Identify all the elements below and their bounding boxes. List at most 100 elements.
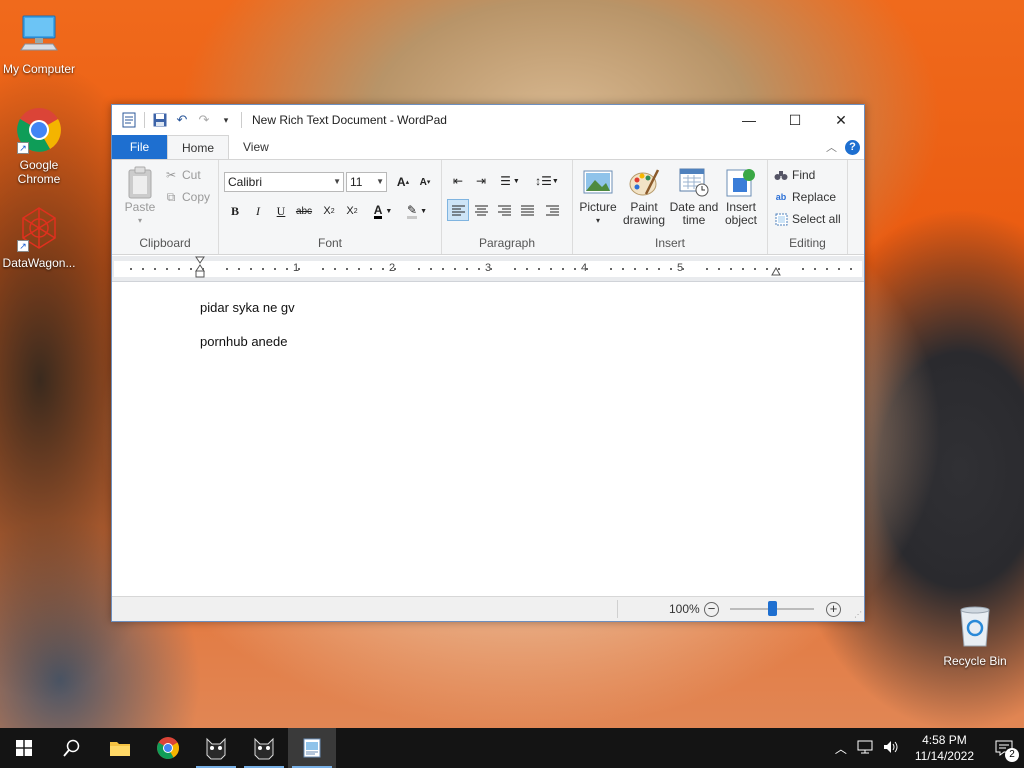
tab-view[interactable]: View: [229, 135, 283, 159]
paint-drawing-button[interactable]: Paint drawing: [621, 166, 667, 227]
ruler-tick: [838, 268, 840, 270]
select-all-button[interactable]: Select all: [774, 212, 841, 226]
document-area[interactable]: pidar syka ne gv pornhub anede: [112, 282, 864, 596]
align-center-button[interactable]: [470, 199, 492, 221]
tab-home[interactable]: Home: [167, 135, 230, 159]
font-family-select[interactable]: Calibri ▼: [224, 172, 344, 192]
taskbar-app-1[interactable]: [192, 728, 240, 768]
text-color-button[interactable]: A ▼: [367, 200, 399, 222]
close-button[interactable]: ✕: [818, 105, 864, 135]
zoom-slider[interactable]: [730, 601, 814, 616]
subscript-button[interactable]: X2: [318, 200, 340, 222]
save-icon[interactable]: [151, 111, 169, 129]
status-divider: [617, 600, 618, 618]
help-icon[interactable]: ?: [845, 139, 860, 155]
paste-icon: [124, 166, 156, 199]
taskbar-chrome[interactable]: [144, 728, 192, 768]
zoom-slider-thumb[interactable]: [767, 601, 777, 616]
desktop-icon-label: Google Chrome: [17, 158, 61, 186]
clock-date: 11/14/2022: [914, 749, 974, 763]
ruler-tick: [826, 268, 828, 270]
chevron-down-icon: ▼: [333, 177, 341, 186]
redo-icon[interactable]: ↷: [195, 111, 213, 129]
font-size-select[interactable]: 11 ▼: [346, 172, 387, 192]
replace-label: Replace: [792, 190, 837, 204]
ruler-tick: [322, 268, 324, 270]
network-icon[interactable]: [857, 740, 873, 757]
document-line[interactable]: pidar syka ne gv: [200, 300, 295, 315]
ruler-tick: [742, 268, 744, 270]
taskbar-file-explorer[interactable]: [96, 728, 144, 768]
document-line[interactable]: pornhub anede: [200, 334, 287, 349]
desktop-icon-recycle-bin[interactable]: Recycle Bin: [935, 602, 1015, 668]
decrease-indent-button[interactable]: ⇤: [447, 170, 469, 192]
line-spacing-button[interactable]: ↕☰ ▼: [532, 170, 562, 192]
find-button[interactable]: Find: [774, 168, 815, 182]
ruler-tick: [478, 268, 480, 270]
title-bar[interactable]: ↶ ↷ ▾ New Rich Text Document - WordPad —…: [112, 105, 864, 135]
resize-grip-icon[interactable]: ⋰: [854, 610, 862, 619]
taskbar-app-2[interactable]: [240, 728, 288, 768]
strikethrough-button[interactable]: abc: [293, 200, 315, 222]
align-left-button[interactable]: [447, 199, 469, 221]
paste-label: Paste: [124, 200, 156, 214]
undo-icon[interactable]: ↶: [173, 111, 191, 129]
paste-button[interactable]: Paste ▾: [120, 166, 160, 227]
ruler-tick: [442, 268, 444, 270]
separator: [144, 112, 145, 128]
replace-button[interactable]: ab Replace: [774, 190, 836, 204]
volume-icon[interactable]: [883, 740, 899, 757]
find-label: Find: [792, 168, 816, 182]
ruler-tick: [166, 268, 168, 270]
customize-qat-icon[interactable]: ▾: [217, 111, 235, 129]
copy-icon: ⧉: [166, 189, 176, 204]
highlight-button[interactable]: ✎ ▼: [401, 200, 433, 222]
start-button[interactable]: [0, 728, 48, 768]
copy-button[interactable]: ⧉ Copy: [164, 189, 210, 205]
zoom-level: 100%: [669, 602, 700, 616]
zoom-in-button[interactable]: +: [826, 602, 841, 617]
group-label: Paragraph: [478, 236, 536, 250]
ruler-tick: [238, 268, 240, 270]
ruler[interactable]: 1 2 3 4 5: [112, 256, 864, 282]
show-hidden-icons-icon[interactable]: ︿: [835, 740, 847, 757]
minimize-button[interactable]: —: [726, 105, 772, 135]
italic-button[interactable]: I: [247, 200, 269, 222]
underline-button[interactable]: U: [270, 200, 292, 222]
bullets-button[interactable]: ☰ ▼: [495, 170, 525, 192]
bold-button[interactable]: B: [224, 200, 246, 222]
taskbar: ︿ 4:58 PM 11/14/2022 2: [0, 728, 1024, 768]
tab-file[interactable]: File: [112, 135, 167, 159]
collapse-ribbon-icon[interactable]: ︿: [826, 139, 837, 155]
align-right-button[interactable]: [493, 199, 515, 221]
maximize-button[interactable]: ☐: [772, 105, 818, 135]
ruler-tick: [586, 268, 588, 270]
paragraph-settings-button[interactable]: [541, 199, 563, 221]
calendar-clock-icon: [678, 166, 710, 198]
shrink-font-button[interactable]: A ▾: [414, 171, 436, 193]
wordpad-icon: [303, 738, 321, 758]
search-button[interactable]: [48, 728, 96, 768]
grow-font-button[interactable]: A ▴: [392, 171, 414, 193]
insert-group: Picture ▾ Paint drawing Date and time In…: [573, 160, 768, 254]
ruler-tick: [622, 268, 624, 270]
justify-button[interactable]: [516, 199, 538, 221]
shortcut-arrow-icon: ↗: [17, 240, 29, 252]
wordpad-app-icon[interactable]: [120, 111, 138, 129]
cut-label: Cut: [182, 168, 201, 182]
picture-button[interactable]: Picture ▾: [577, 166, 619, 227]
date-time-button[interactable]: Date and time: [669, 166, 719, 227]
taskbar-wordpad[interactable]: [288, 728, 336, 768]
cut-button[interactable]: ✂ Cut: [164, 168, 201, 182]
desktop-icon-datawagon[interactable]: ↗ DataWagon...: [0, 204, 78, 270]
insert-object-button[interactable]: Insert object: [719, 166, 763, 227]
superscript-button[interactable]: X2: [341, 200, 363, 222]
ruler-tick: [778, 268, 780, 270]
clock[interactable]: 4:58 PM 11/14/2022: [915, 732, 974, 764]
ruler-tick: [634, 268, 636, 270]
zoom-out-button[interactable]: −: [704, 602, 719, 617]
desktop-icon-my-computer[interactable]: My Computer: [0, 10, 78, 76]
action-center-button[interactable]: 2: [984, 728, 1024, 768]
increase-indent-button[interactable]: ⇥: [470, 170, 492, 192]
desktop-icon-google-chrome[interactable]: ↗ Google Chrome: [0, 106, 78, 186]
